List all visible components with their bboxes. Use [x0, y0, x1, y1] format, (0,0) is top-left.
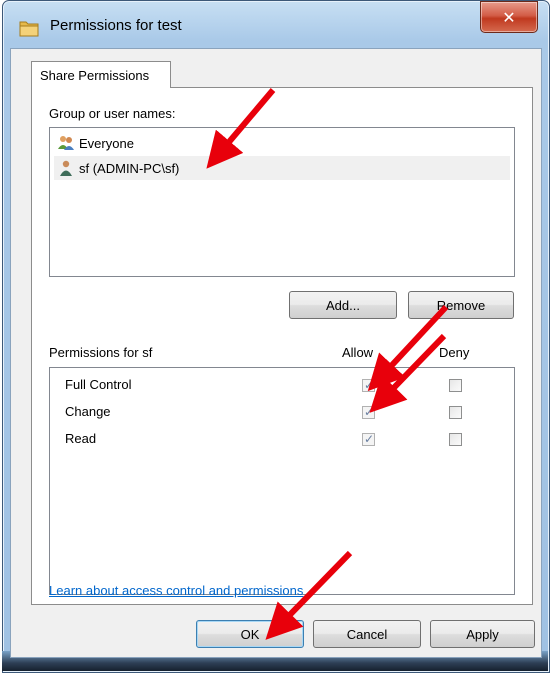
group-user-list[interactable]: Everyone sf (ADMIN-PC\sf)	[49, 127, 515, 277]
permissions-label: Permissions for sf	[49, 345, 153, 360]
permissions-list: Full Control ✓ Change ✓ Read ✓	[49, 367, 515, 595]
list-item-label: Everyone	[79, 135, 134, 151]
deny-checkbox[interactable]	[449, 406, 462, 419]
permission-row: Change ✓	[50, 400, 514, 426]
close-icon: ✕	[502, 7, 516, 27]
deny-column-header: Deny	[439, 345, 470, 360]
add-button[interactable]: Add...	[289, 291, 397, 319]
list-item[interactable]: sf (ADMIN-PC\sf)	[54, 156, 510, 180]
permission-name: Change	[65, 404, 111, 419]
user-icon	[60, 160, 72, 176]
list-item-label: sf (ADMIN-PC\sf)	[79, 160, 180, 176]
permission-name: Full Control	[65, 377, 132, 392]
tab-share-permissions[interactable]: Share Permissions	[31, 61, 171, 88]
close-button[interactable]: ✕	[480, 1, 538, 33]
deny-checkbox[interactable]	[449, 433, 462, 446]
window-title: Permissions for test	[50, 17, 182, 34]
deny-checkbox[interactable]	[449, 379, 462, 392]
dialog-client-area: Share Permissions Group or user names: E…	[10, 48, 542, 658]
remove-button[interactable]: Remove	[408, 291, 514, 319]
group-names-label: Group or user names:	[49, 106, 176, 121]
permission-row: Read ✓	[50, 427, 514, 453]
allow-checkbox[interactable]: ✓	[362, 378, 375, 392]
allow-checkbox[interactable]: ✓	[362, 432, 375, 446]
ok-button[interactable]: OK	[196, 620, 304, 648]
allow-checkbox[interactable]: ✓	[362, 405, 375, 419]
list-item[interactable]: Everyone	[54, 131, 510, 155]
cancel-button[interactable]: Cancel	[313, 620, 421, 648]
allow-column-header: Allow	[342, 345, 374, 360]
folder-icon	[19, 21, 39, 37]
permission-row: Full Control ✓	[50, 373, 514, 399]
access-control-help-link[interactable]: Learn about access control and permissio…	[49, 583, 303, 598]
tab-label: Share Permissions	[40, 67, 150, 83]
permission-name: Read	[65, 431, 97, 446]
apply-button[interactable]: Apply	[430, 620, 535, 648]
users-group-icon	[58, 136, 74, 150]
